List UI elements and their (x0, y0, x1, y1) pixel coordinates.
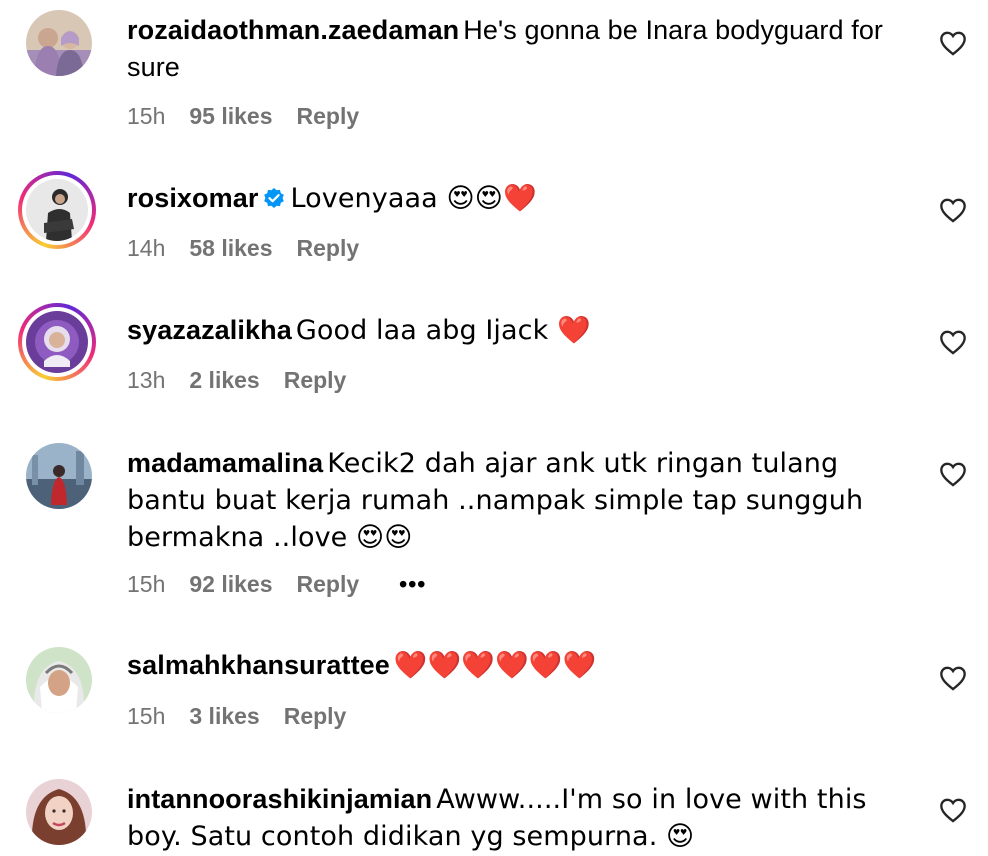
avatar[interactable] (26, 10, 92, 76)
avatar[interactable] (26, 647, 92, 713)
comment-text-block: madamamalina Kecik2 dah ajar ank utk ring… (127, 445, 917, 556)
avatar[interactable] (26, 443, 92, 509)
comment-likes[interactable]: 95 likes (189, 103, 272, 129)
comment-likes[interactable]: 2 likes (189, 367, 259, 393)
comment-likes[interactable]: 58 likes (189, 235, 272, 261)
comment-text: Lovenyaaa 😍😍❤️ (290, 183, 537, 214)
comment-meta: 14h 58 likes Reply (127, 234, 359, 262)
heart-outline-icon[interactable] (939, 797, 967, 823)
comment-username[interactable]: syazazalikha (127, 315, 292, 345)
comment-likes[interactable]: 3 likes (189, 703, 259, 729)
comment-text-block: rozaidaothman.zaedaman He's gonna be Inar… (127, 12, 927, 86)
comment-meta: 15h 92 likes Reply ••• (127, 570, 426, 598)
reply-button[interactable]: Reply (297, 235, 360, 261)
comment-text-block: syazazalikha Good laa abg Ijack ❤️ (127, 312, 927, 349)
reply-button[interactable]: Reply (284, 703, 347, 729)
comment-time[interactable]: 15h (127, 571, 165, 597)
comment-username[interactable]: intannoorashikinjamian (127, 784, 432, 814)
comment-username[interactable]: rosixomar (127, 183, 258, 213)
avatar[interactable] (18, 171, 96, 249)
avatar[interactable] (18, 303, 96, 381)
heart-outline-icon[interactable] (939, 197, 967, 223)
comment-meta: 15h 95 likes Reply (127, 102, 359, 130)
comment-text-block: intannoorashikinjamian Awww.....I'm so in… (127, 781, 917, 855)
comment-time[interactable]: 15h (127, 703, 165, 729)
comment-meta: 15h 3 likes Reply (127, 702, 346, 730)
reply-button[interactable]: Reply (297, 571, 360, 597)
heart-outline-icon[interactable] (939, 30, 967, 56)
heart-outline-icon[interactable] (939, 665, 967, 691)
comment-time[interactable]: 15h (127, 103, 165, 129)
reply-button[interactable]: Reply (297, 103, 360, 129)
heart-outline-icon[interactable] (939, 461, 967, 487)
comment-time[interactable]: 13h (127, 367, 165, 393)
comment-likes[interactable]: 92 likes (189, 571, 272, 597)
heart-outline-icon[interactable] (939, 329, 967, 355)
comment-username[interactable]: rozaidaothman.zaedaman (127, 15, 459, 45)
comment-username[interactable]: salmahkhansurattee (127, 650, 390, 680)
avatar[interactable] (26, 779, 92, 845)
comment-text-block: salmahkhansurattee ❤️❤️❤️❤️❤️❤️ (127, 647, 927, 684)
comment-meta: 13h 2 likes Reply (127, 366, 346, 394)
verified-badge-icon (264, 188, 285, 208)
more-options-button[interactable]: ••• (399, 571, 426, 597)
comment-text: ❤️❤️❤️❤️❤️❤️ (393, 650, 597, 681)
comment-text-block: rosixomar Lovenyaaa 😍😍❤️ (127, 180, 927, 217)
comment-text: Good laa abg Ijack ❤️ (295, 315, 591, 346)
reply-button[interactable]: Reply (284, 367, 347, 393)
comment-username[interactable]: madamamalina (127, 448, 323, 478)
comment-time[interactable]: 14h (127, 235, 165, 261)
